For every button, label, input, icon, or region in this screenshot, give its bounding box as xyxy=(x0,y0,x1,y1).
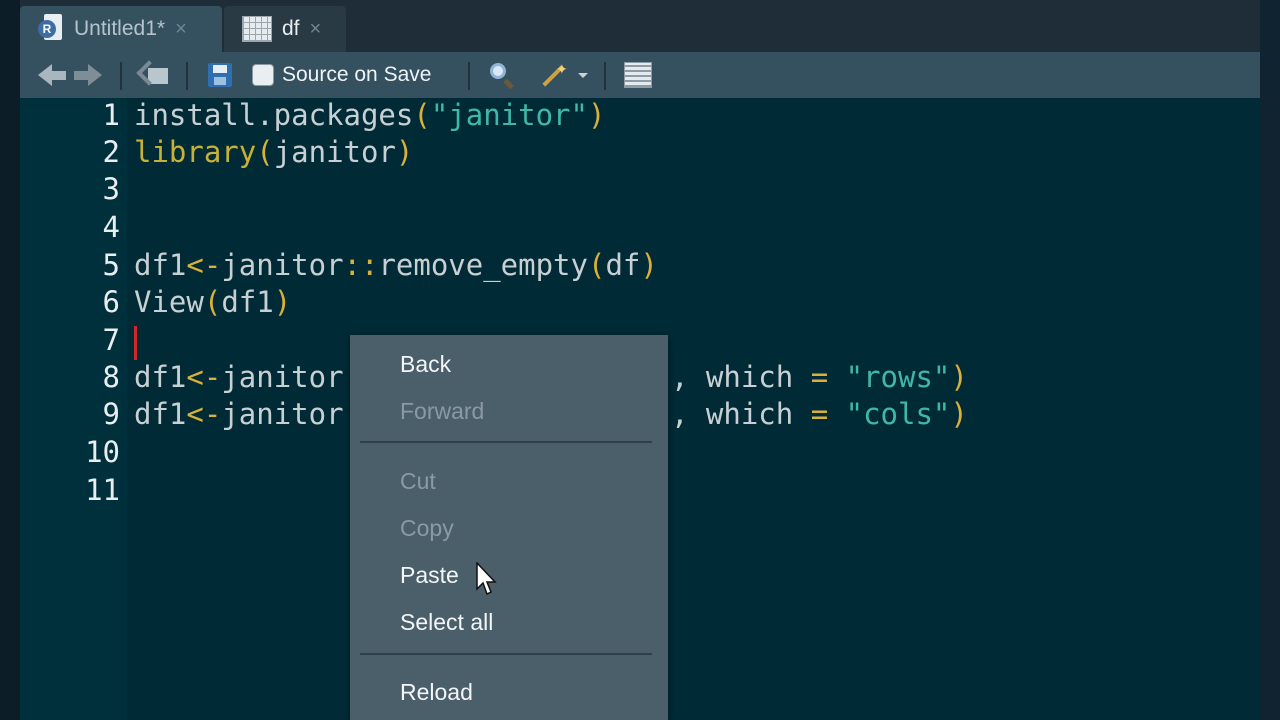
line-number: 5 xyxy=(102,248,120,282)
line-number: 3 xyxy=(102,172,120,206)
close-icon[interactable]: × xyxy=(175,18,187,41)
code-line-5[interactable]: df1<-janitor::remove_empty(df) xyxy=(134,248,658,282)
compile-report-button[interactable] xyxy=(624,52,652,98)
line-number: 7 xyxy=(102,323,120,357)
mouse-pointer-icon xyxy=(476,562,497,596)
arrow-left-icon xyxy=(38,64,52,86)
line-number: 6 xyxy=(102,285,120,319)
window-edge-right xyxy=(1260,0,1280,720)
close-icon[interactable]: × xyxy=(310,18,322,41)
r-script-icon: R xyxy=(38,14,64,44)
menu-item-paste[interactable]: Paste xyxy=(400,562,459,589)
code-line-1[interactable]: install.packages("janitor") xyxy=(134,98,605,132)
show-in-new-window-button[interactable] xyxy=(136,52,168,98)
tab-df[interactable]: df × xyxy=(224,6,346,52)
rstudio-source-pane: R Untitled1* × df × Source on Save ✦ 1 2… xyxy=(0,0,1280,720)
code-line-6[interactable]: View(df1) xyxy=(134,285,291,319)
line-number: 10 xyxy=(85,435,120,469)
search-icon xyxy=(488,61,516,90)
source-on-save-label: Source on Save xyxy=(282,63,432,86)
line-number: 4 xyxy=(102,210,120,244)
toolbar-divider xyxy=(468,62,470,90)
tab-label: df xyxy=(282,17,300,40)
code-line-8-left[interactable]: df1<-janitor xyxy=(134,360,344,394)
menu-item-select-all[interactable]: Select all xyxy=(400,609,493,636)
menu-item-forward[interactable]: Forward xyxy=(400,398,484,425)
menu-item-back[interactable]: Back xyxy=(400,351,451,378)
line-number: 2 xyxy=(102,135,120,169)
toolbar-divider xyxy=(120,62,122,90)
editor-toolbar: Source on Save ✦ xyxy=(20,52,1260,99)
menu-item-cut[interactable]: Cut xyxy=(400,468,436,495)
code-line-9-left[interactable]: df1<-janitor xyxy=(134,397,344,431)
source-on-save-toggle[interactable]: Source on Save xyxy=(252,52,431,98)
back-button[interactable] xyxy=(38,52,66,98)
popout-icon xyxy=(136,60,168,86)
menu-divider xyxy=(360,441,652,443)
code-line-2[interactable]: library(janitor) xyxy=(134,135,413,169)
context-menu: Back Forward Cut Copy Paste Select all R… xyxy=(350,335,668,720)
forward-button[interactable] xyxy=(74,52,102,98)
save-icon xyxy=(208,63,232,87)
notebook-icon xyxy=(624,62,652,88)
table-grid-icon xyxy=(242,16,272,42)
source-on-save-checkbox[interactable] xyxy=(252,64,274,86)
line-number: 9 xyxy=(102,397,120,431)
line-number: 11 xyxy=(85,473,120,507)
save-button[interactable] xyxy=(208,52,232,98)
find-replace-button[interactable] xyxy=(488,52,516,98)
tab-untitled1[interactable]: R Untitled1* × xyxy=(20,6,222,52)
window-edge-left xyxy=(0,0,20,720)
code-line-9-right[interactable]: , which = "cols") xyxy=(671,397,968,431)
text-cursor xyxy=(134,326,137,360)
menu-divider xyxy=(360,653,652,655)
menu-item-reload[interactable]: Reload xyxy=(400,679,473,706)
toolbar-divider xyxy=(186,62,188,90)
toolbar-divider xyxy=(604,62,606,90)
line-number: 8 xyxy=(102,360,120,394)
code-line-8-right[interactable]: , which = "rows") xyxy=(671,360,968,394)
magic-wand-icon: ✦ xyxy=(536,61,570,89)
code-tools-button[interactable]: ✦ xyxy=(536,52,588,98)
arrow-right-icon xyxy=(88,64,102,86)
tab-label: Untitled1* xyxy=(74,17,166,40)
editor-tab-bar: R Untitled1* × df × xyxy=(20,0,1260,52)
line-number: 1 xyxy=(102,98,120,132)
chevron-down-icon xyxy=(578,72,588,78)
menu-item-copy[interactable]: Copy xyxy=(400,515,454,542)
